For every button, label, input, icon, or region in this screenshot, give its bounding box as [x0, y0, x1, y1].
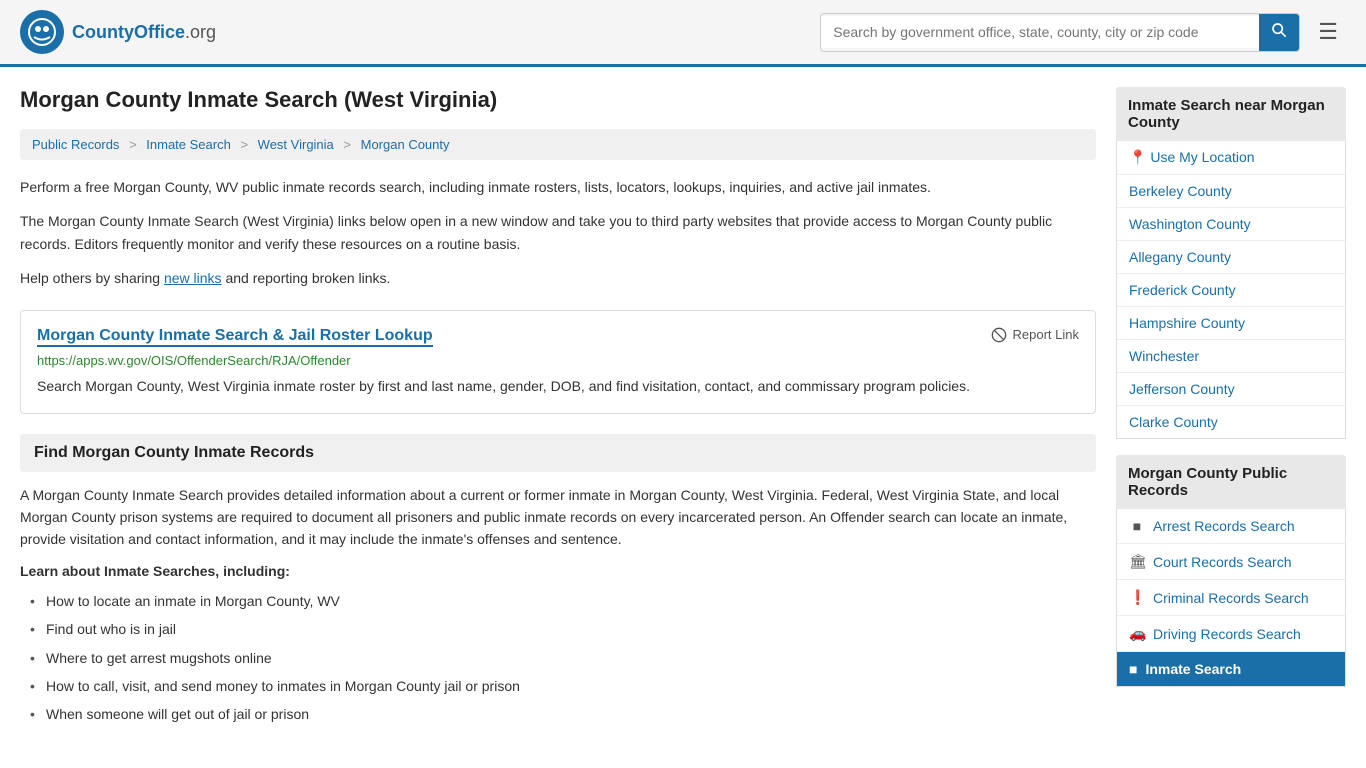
intro-paragraph-2: The Morgan County Inmate Search (West Vi…	[20, 210, 1096, 255]
sidebar-criminal-records[interactable]: ❗ Criminal Records Search	[1117, 580, 1345, 616]
find-section-heading: Find Morgan County Inmate Records	[34, 444, 1082, 462]
intro-paragraph-1: Perform a free Morgan County, WV public …	[20, 176, 1096, 198]
header-right: ☰	[820, 13, 1346, 52]
sidebar-nearby-links: 📍 Use My Location Berkeley County Washin…	[1116, 141, 1346, 439]
learn-heading: Learn about Inmate Searches, including:	[20, 563, 1096, 579]
search-input[interactable]	[821, 16, 1259, 48]
new-links-link[interactable]: new links	[164, 270, 222, 286]
breadcrumb-morgan-county[interactable]: Morgan County	[361, 137, 450, 152]
bullet-list: How to locate an inmate in Morgan County…	[20, 587, 1096, 729]
link-card: Morgan County Inmate Search & Jail Roste…	[20, 310, 1096, 414]
sidebar-public-heading: Morgan County Public Records	[1116, 455, 1346, 509]
breadcrumb-public-records[interactable]: Public Records	[32, 137, 119, 152]
search-bar	[820, 13, 1300, 52]
find-section-box: Find Morgan County Inmate Records	[20, 434, 1096, 472]
use-location-link[interactable]: 📍 Use My Location	[1117, 141, 1345, 175]
sidebar-court-records[interactable]: 🏛 Court Records Search	[1117, 544, 1345, 580]
list-item: How to locate an inmate in Morgan County…	[30, 587, 1096, 615]
sidebar-link-hampshire[interactable]: Hampshire County	[1117, 307, 1345, 340]
sidebar-link-clarke[interactable]: Clarke County	[1117, 406, 1345, 438]
sidebar-arrest-records[interactable]: ■ Arrest Records Search	[1117, 509, 1345, 544]
page-title: Morgan County Inmate Search (West Virgin…	[20, 87, 1096, 113]
sidebar-link-allegany[interactable]: Allegany County	[1117, 241, 1345, 274]
main-content: Morgan County Inmate Search (West Virgin…	[20, 87, 1096, 729]
sidebar-nearby-heading: Inmate Search near Morgan County	[1116, 87, 1346, 141]
arrest-icon: ■	[1129, 518, 1145, 534]
breadcrumb-inmate-search[interactable]: Inmate Search	[146, 137, 231, 152]
list-item: Find out who is in jail	[30, 615, 1096, 643]
sidebar-link-jefferson[interactable]: Jefferson County	[1117, 373, 1345, 406]
logo-text: CountyOffice.org	[72, 22, 216, 43]
sidebar-link-washington[interactable]: Washington County	[1117, 208, 1345, 241]
sidebar-link-frederick[interactable]: Frederick County	[1117, 274, 1345, 307]
breadcrumb: Public Records > Inmate Search > West Vi…	[20, 129, 1096, 160]
link-card-title[interactable]: Morgan County Inmate Search & Jail Roste…	[37, 327, 433, 347]
menu-button[interactable]: ☰	[1310, 15, 1346, 49]
intro-paragraph-3: Help others by sharing new links and rep…	[20, 267, 1096, 289]
link-card-description: Search Morgan County, West Virginia inma…	[37, 376, 1079, 397]
list-item: When someone will get out of jail or pri…	[30, 700, 1096, 728]
logo-area: CountyOffice.org	[20, 10, 216, 54]
list-item: Where to get arrest mugshots online	[30, 644, 1096, 672]
list-item: How to call, visit, and send money to in…	[30, 672, 1096, 700]
link-card-url: https://apps.wv.gov/OIS/OffenderSearch/R…	[37, 353, 1079, 368]
sidebar-inmate-search-active[interactable]: ■ Inmate Search	[1117, 652, 1345, 686]
report-link[interactable]: Report Link	[991, 327, 1079, 343]
sidebar-driving-records[interactable]: 🚗 Driving Records Search	[1117, 616, 1345, 652]
breadcrumb-west-virginia[interactable]: West Virginia	[258, 137, 334, 152]
site-header: CountyOffice.org ☰	[0, 0, 1366, 67]
page-container: Morgan County Inmate Search (West Virgin…	[0, 67, 1366, 749]
logo-icon	[20, 10, 64, 54]
criminal-icon: ❗	[1129, 589, 1145, 606]
sidebar-public-links: ■ Arrest Records Search 🏛 Court Records …	[1116, 509, 1346, 687]
driving-icon: 🚗	[1129, 625, 1145, 642]
sidebar-link-winchester[interactable]: Winchester	[1117, 340, 1345, 373]
search-button[interactable]	[1259, 14, 1299, 51]
find-section-text: A Morgan County Inmate Search provides d…	[20, 484, 1096, 551]
court-icon: 🏛	[1129, 553, 1145, 570]
inmate-icon: ■	[1129, 661, 1137, 677]
sidebar: Inmate Search near Morgan County 📍 Use M…	[1116, 87, 1346, 729]
pin-icon: 📍	[1129, 149, 1146, 165]
sidebar-link-berkeley[interactable]: Berkeley County	[1117, 175, 1345, 208]
